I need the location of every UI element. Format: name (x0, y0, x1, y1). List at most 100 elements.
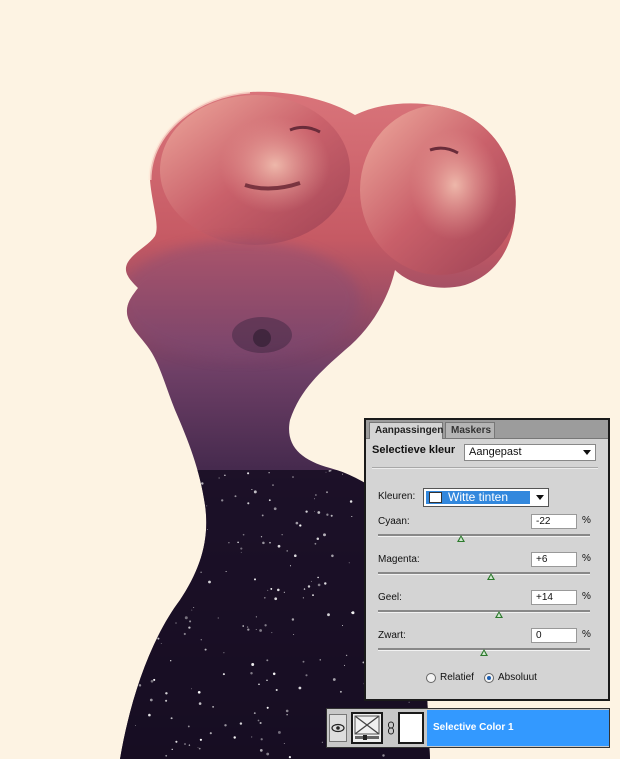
star (324, 582, 327, 585)
adjustment-thumbnail-icon[interactable] (351, 712, 383, 744)
star (283, 591, 285, 593)
star (349, 500, 353, 503)
star (207, 529, 208, 531)
star (224, 474, 226, 476)
star (198, 520, 202, 524)
magenta-slider-track[interactable] (378, 572, 590, 575)
star (303, 588, 306, 590)
tab-aanpassingen[interactable]: Aanpassingen (369, 422, 443, 439)
star (264, 624, 267, 627)
star (135, 725, 136, 726)
absoluut-label: Absoluut (498, 672, 537, 683)
cyaan-slider-track[interactable] (378, 534, 590, 537)
cyaan-input[interactable]: -22 (531, 514, 577, 529)
star (321, 741, 323, 743)
star (298, 686, 302, 690)
cyaan-label: Cyaan: (378, 516, 410, 527)
star (153, 579, 157, 583)
star (237, 541, 239, 544)
method-absoluut[interactable]: Absoluut (484, 672, 537, 683)
star (275, 688, 278, 692)
dropdown-arrow-icon (583, 450, 591, 455)
star (255, 628, 257, 630)
star (198, 702, 202, 705)
star (148, 524, 150, 526)
layer-visibility-toggle[interactable] (329, 714, 347, 742)
star (431, 754, 434, 756)
star (328, 469, 331, 472)
layer-name-area[interactable]: Selective Color 1 (427, 710, 609, 746)
star (114, 541, 115, 542)
star (267, 589, 269, 591)
layer-row[interactable]: Selective Color 1 (326, 708, 610, 748)
star (154, 543, 157, 547)
star (188, 626, 191, 629)
star (259, 721, 262, 725)
star (109, 610, 111, 612)
cyaan-slider-thumb[interactable] (457, 535, 465, 542)
star (148, 713, 151, 717)
radio-absoluut[interactable] (484, 672, 494, 683)
geel-label: Geel: (378, 592, 402, 603)
star (239, 722, 243, 725)
magenta-input[interactable]: +6 (531, 552, 577, 567)
star (255, 616, 257, 618)
star (316, 537, 320, 540)
chain-link-icon[interactable] (387, 721, 395, 735)
star (116, 568, 117, 569)
preset-dropdown[interactable]: Aangepast (464, 444, 596, 461)
star (317, 511, 321, 514)
star (295, 521, 299, 525)
star (153, 678, 156, 681)
star (122, 696, 126, 700)
method-relatief[interactable]: Relatief (426, 672, 474, 683)
colors-dropdown[interactable]: Witte tinten (423, 488, 549, 507)
star (382, 754, 385, 757)
star (127, 543, 130, 546)
dropdown-arrow-icon (536, 495, 544, 500)
star (251, 488, 253, 491)
star (348, 562, 350, 564)
star (292, 476, 294, 478)
radio-relatief[interactable] (426, 672, 436, 683)
geel-slider-track[interactable] (378, 610, 590, 613)
star (351, 515, 353, 518)
star (317, 583, 321, 587)
colors-value: Witte tinten (448, 490, 509, 504)
star (117, 569, 119, 571)
star (291, 618, 295, 621)
tab-maskers[interactable]: Maskers (445, 422, 495, 438)
star (184, 743, 186, 745)
star (272, 672, 276, 676)
zwart-slider-thumb[interactable] (480, 649, 488, 656)
star (240, 551, 242, 553)
star (294, 554, 297, 557)
star (258, 683, 260, 686)
star (110, 753, 112, 755)
cyaan-percent: % (582, 515, 591, 526)
star (260, 536, 263, 538)
star (208, 580, 211, 584)
star (266, 679, 268, 681)
star (247, 502, 250, 505)
eye-icon (331, 723, 345, 733)
star (144, 613, 147, 615)
star (175, 622, 177, 624)
star (138, 684, 142, 687)
star (154, 534, 156, 536)
star (184, 616, 188, 620)
geel-input[interactable]: +14 (531, 590, 577, 605)
star (126, 571, 128, 573)
star (314, 498, 315, 500)
star (201, 482, 204, 485)
magenta-slider-thumb[interactable] (487, 573, 495, 580)
star (313, 510, 315, 512)
zwart-input[interactable]: 0 (531, 628, 577, 643)
star (224, 724, 227, 727)
geel-slider-thumb[interactable] (495, 611, 503, 618)
star (299, 524, 302, 527)
star (190, 688, 193, 690)
star (242, 533, 245, 536)
star (155, 554, 158, 558)
layer-mask-thumbnail[interactable] (398, 712, 424, 744)
